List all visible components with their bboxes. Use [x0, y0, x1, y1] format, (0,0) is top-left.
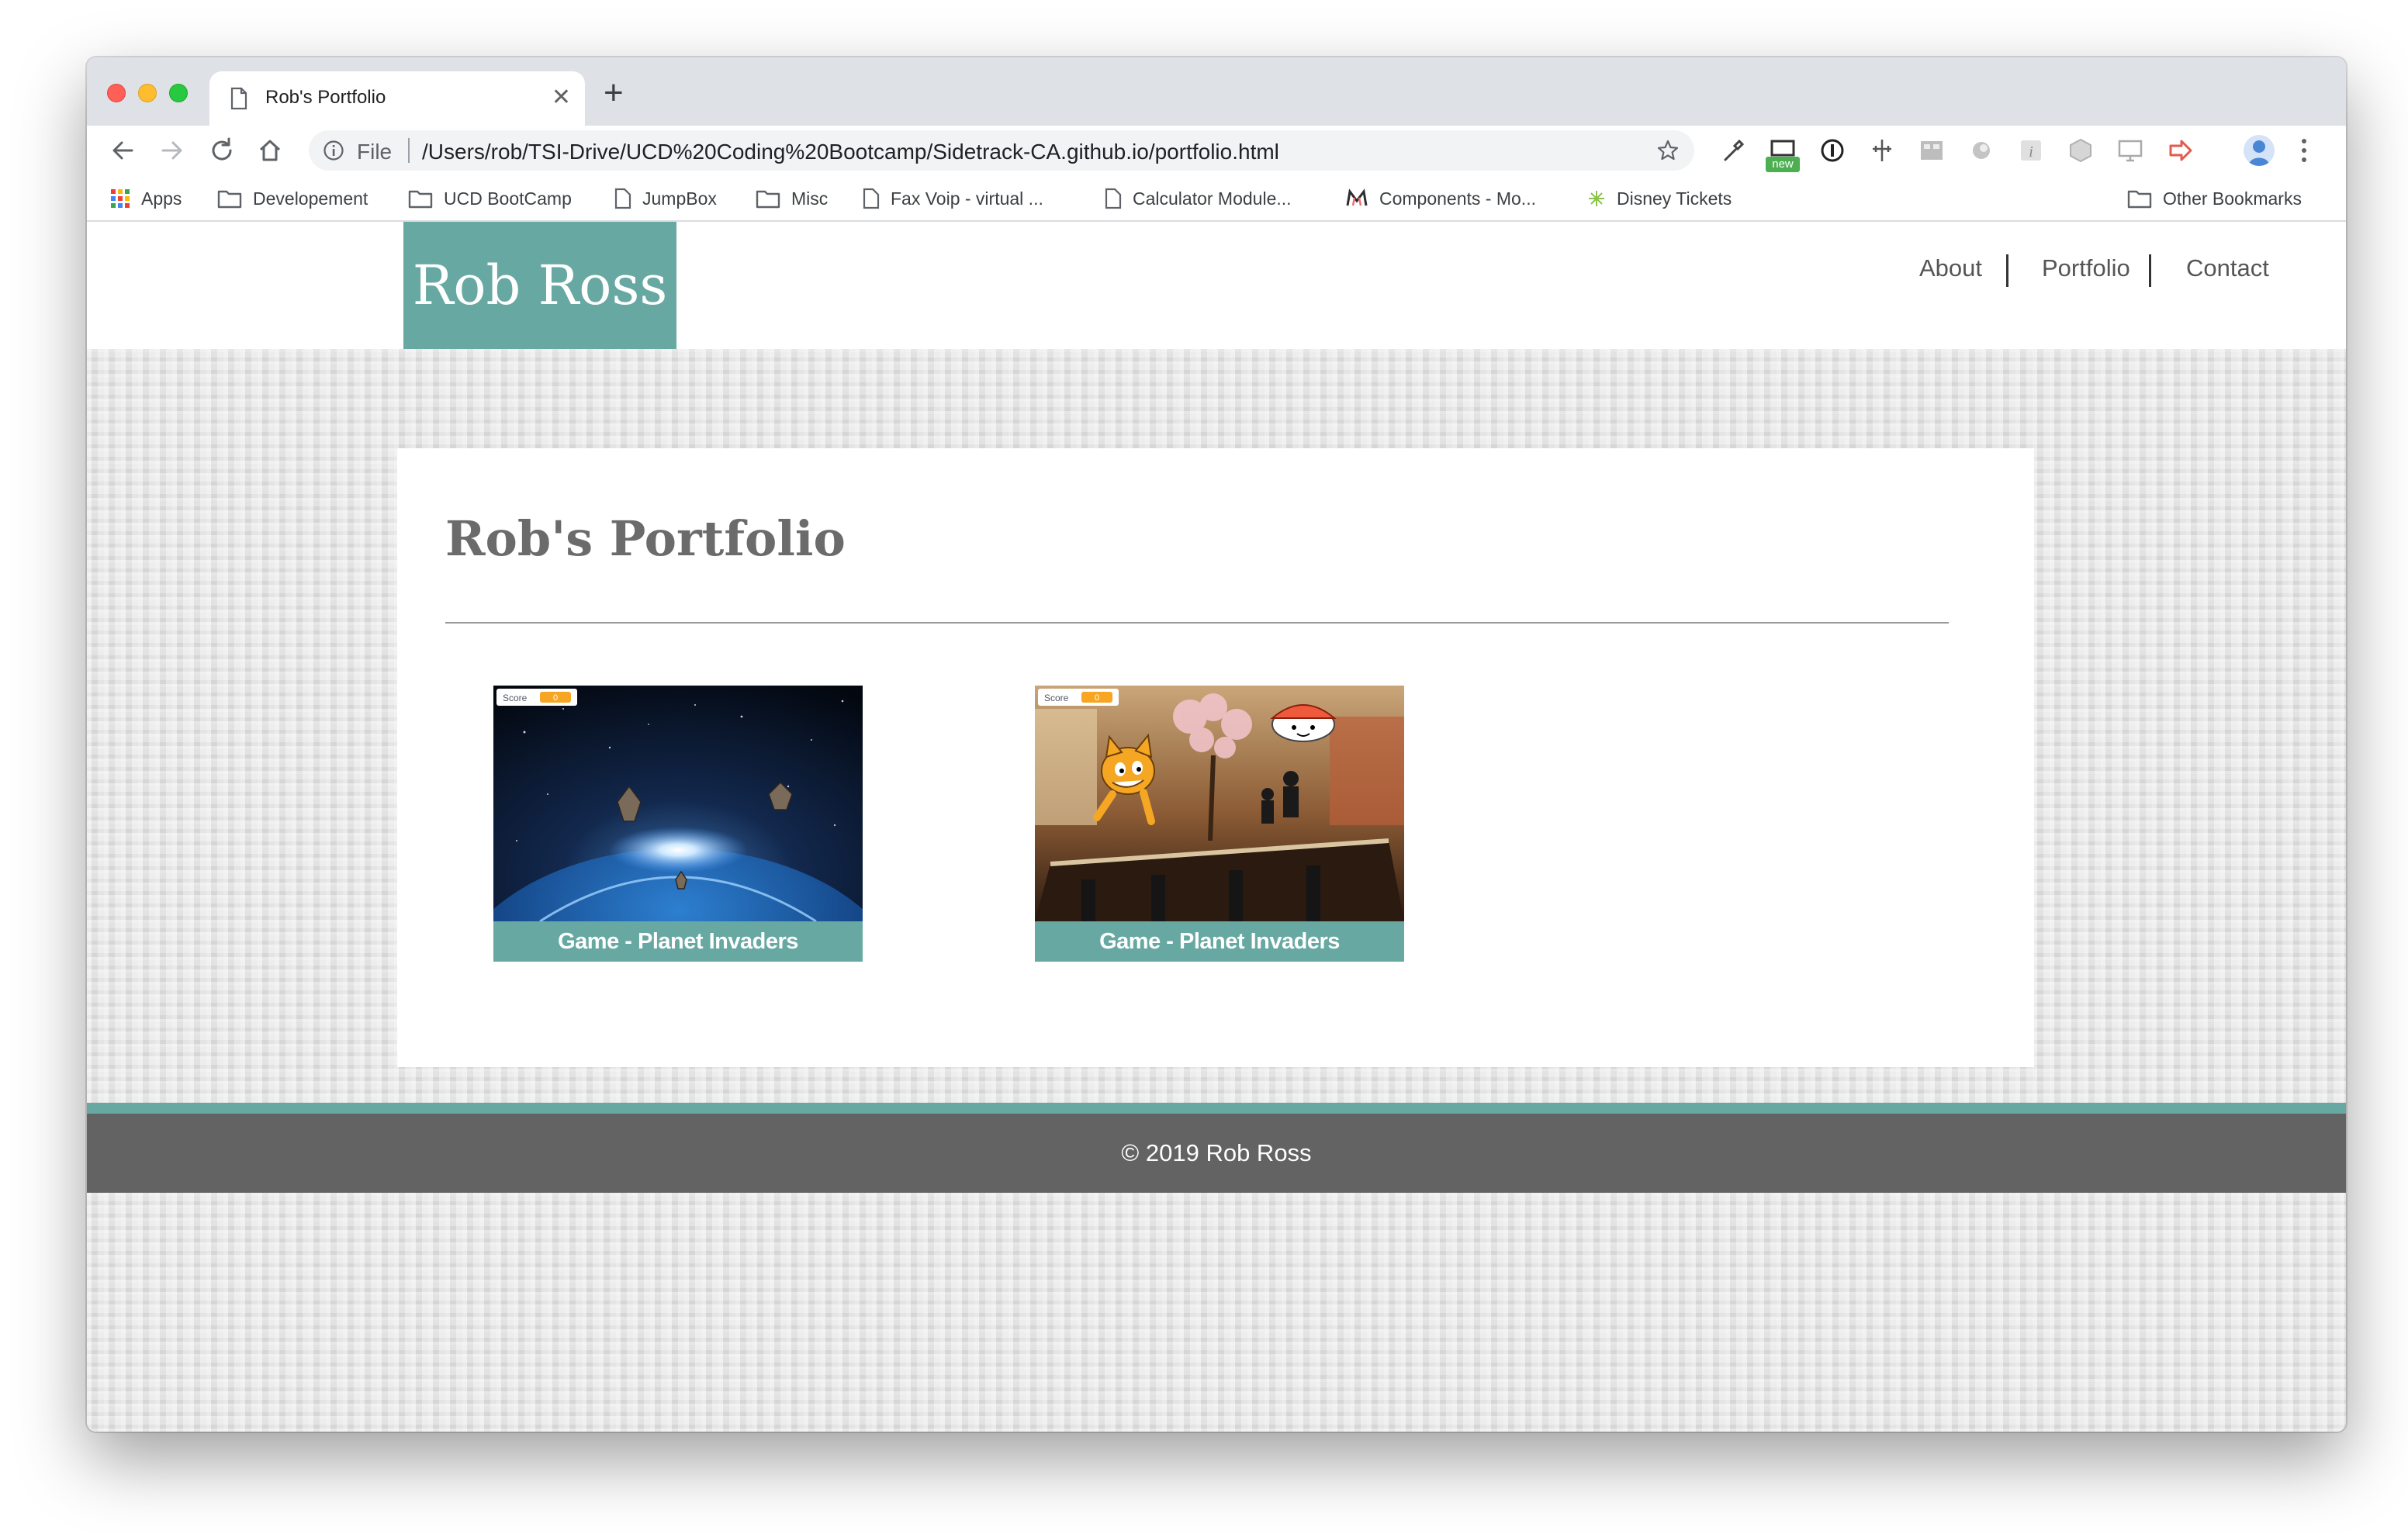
omnibox-divider — [408, 138, 410, 163]
back-icon[interactable] — [107, 135, 138, 166]
bookmark-ucd-bootcamp[interactable]: UCD BootCamp — [408, 186, 572, 211]
bookmark-apps[interactable]: Apps — [110, 186, 182, 211]
card-caption[interactable]: Game - Planet Invaders — [1035, 921, 1404, 962]
tab-strip: Rob's Portfolio ✕ + — [87, 57, 2346, 127]
red-arrow-icon[interactable] — [2166, 136, 2194, 164]
score-value: 0 — [1095, 693, 1099, 703]
folder-icon — [756, 190, 780, 209]
nav-divider — [2149, 254, 2151, 287]
browser-window: Rob's Portfolio ✕ + File /Users/rob/TSI-… — [87, 57, 2346, 1432]
page-icon — [1105, 188, 1122, 209]
sparkle-icon — [1589, 191, 1604, 206]
card-caption[interactable]: Game - Planet Invaders — [493, 921, 863, 962]
tab-portfolio[interactable]: Rob's Portfolio ✕ — [209, 71, 585, 127]
folder-icon — [408, 190, 433, 209]
space-game-thumbnail[interactable]: Score 0 — [493, 686, 863, 921]
bookmark-label: Calculator Module... — [1133, 188, 1292, 209]
bookmark-developement[interactable]: Developement — [217, 186, 368, 211]
forward-icon[interactable] — [157, 135, 188, 166]
site-header: Rob Ross About Portfolio Contact — [87, 222, 2346, 349]
menu-dots-icon[interactable] — [2299, 136, 2309, 164]
home-icon[interactable] — [254, 135, 285, 166]
site-footer: © 2019 Rob Ross — [87, 1114, 2346, 1193]
bookmark-label: Fax Voip - virtual ... — [891, 188, 1043, 209]
title-divider — [445, 622, 1949, 624]
cube-icon[interactable] — [2067, 136, 2095, 164]
page-viewport: Rob Ross About Portfolio Contact Rob's P… — [87, 222, 2346, 1432]
portfolio-section: Rob's Portfolio Score 0 Game - Planet In… — [397, 448, 2034, 1067]
password-manager-icon[interactable] — [1818, 136, 1846, 164]
bookmark-star-icon[interactable] — [1656, 138, 1680, 163]
page-icon — [863, 188, 880, 209]
folder-icon — [2127, 190, 2152, 209]
bookmark-label: Disney Tickets — [1617, 188, 1732, 209]
nav-about[interactable]: About — [1919, 254, 1982, 282]
site-logo[interactable]: Rob Ross — [403, 222, 676, 349]
bookmark-other[interactable]: Other Bookmarks — [2127, 186, 2302, 211]
score-label: Score — [503, 693, 528, 703]
scheme-label: File — [357, 140, 393, 164]
bookmark-misc[interactable]: Misc — [756, 186, 828, 211]
bookmark-jumpbox[interactable]: JumpBox — [614, 186, 717, 211]
bookmark-label: JumpBox — [642, 188, 717, 209]
new-tab-button[interactable]: + — [604, 76, 624, 110]
bookmarks-bar: Apps Developement UCD BootCamp JumpBox M… — [87, 175, 2346, 222]
info-icon[interactable] — [323, 140, 344, 161]
page-title: Rob's Portfolio — [445, 510, 846, 567]
close-tab-icon[interactable]: ✕ — [552, 84, 571, 112]
close-window-button[interactable] — [107, 84, 126, 102]
circle-extension-icon[interactable] — [1967, 136, 1995, 164]
bookmark-fax-voip[interactable]: Fax Voip - virtual ... — [863, 186, 1043, 211]
score-value: 0 — [553, 693, 558, 703]
tab-title: Rob's Portfolio — [265, 87, 386, 108]
portfolio-card[interactable]: Score 0 Game - Planet Invaders — [493, 686, 863, 962]
bookmark-label: UCD BootCamp — [444, 188, 572, 209]
minimize-window-button[interactable] — [138, 84, 157, 102]
bookmark-label: Developement — [253, 188, 368, 209]
space-scene-image: Score 0 — [493, 686, 863, 921]
bookmark-label: Apps — [141, 188, 182, 209]
nav-contact[interactable]: Contact — [2186, 254, 2269, 282]
address-toolbar: File /Users/rob/TSI-Drive/UCD%20Coding%2… — [87, 126, 2346, 175]
sushi-game-thumbnail[interactable]: Score 0 — [1035, 686, 1404, 921]
maximize-window-button[interactable] — [169, 84, 188, 102]
sushi-scene-image: Score 0 — [1035, 686, 1404, 921]
monitor-icon[interactable] — [2116, 136, 2144, 164]
url-text[interactable]: /Users/rob/TSI-Drive/UCD%20Coding%20Boot… — [422, 140, 1279, 164]
bookmark-calculator[interactable]: Calculator Module... — [1105, 186, 1292, 211]
copyright-text: © 2019 Rob Ross — [1121, 1139, 1312, 1166]
folder-icon — [217, 190, 242, 209]
bookmark-label: Components - Mo... — [1379, 188, 1536, 209]
apps-grid-icon — [111, 189, 130, 208]
address-bar[interactable]: File /Users/rob/TSI-Drive/UCD%20Coding%2… — [309, 130, 1694, 171]
bookmark-components[interactable]: Components - Mo... — [1345, 186, 1536, 211]
nav-portfolio[interactable]: Portfolio — [2042, 254, 2130, 282]
page-icon — [230, 87, 247, 110]
portfolio-card[interactable]: Score 0 Game - Planet Invaders — [1035, 686, 1404, 962]
measure-icon[interactable] — [1868, 136, 1896, 164]
eyedropper-icon[interactable] — [1719, 136, 1747, 164]
bookmark-label: Other Bookmarks — [2163, 188, 2302, 209]
page-icon — [614, 188, 631, 209]
italic-info-icon[interactable]: i — [2017, 136, 2045, 164]
svg-text:i: i — [2029, 143, 2033, 161]
reload-icon[interactable] — [206, 135, 237, 166]
bookmark-disney[interactable]: Disney Tickets — [1587, 186, 1732, 211]
materialize-icon — [1346, 188, 1368, 206]
score-label: Score — [1044, 693, 1069, 703]
profile-avatar[interactable] — [2244, 135, 2275, 166]
nav-divider — [2006, 254, 2008, 287]
user-icon — [2248, 140, 2270, 166]
new-badge: new — [1766, 157, 1800, 172]
grid-extension-icon[interactable] — [1918, 136, 1946, 164]
bookmark-label: Misc — [791, 188, 829, 209]
footer-accent — [87, 1103, 2346, 1114]
